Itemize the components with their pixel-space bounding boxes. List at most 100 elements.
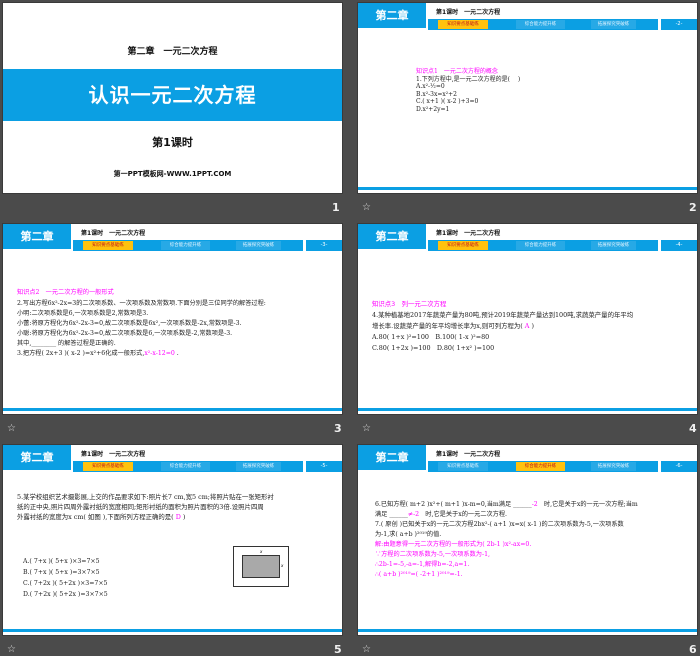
star-icon[interactable]: ☆ bbox=[362, 202, 371, 213]
question-text: 其中,________ 的解答过程是正确的. bbox=[17, 340, 116, 347]
tab-2[interactable]: 综合能力提升练 bbox=[516, 462, 565, 471]
answer-text: ≠-2 bbox=[407, 511, 420, 518]
star-icon[interactable]: ☆ bbox=[362, 644, 371, 655]
question-text: 7.( 原创 )已知关于x的一元二次方程2bx²-( a+1 )x=x( x-1… bbox=[375, 521, 624, 528]
slide-number-2: 2 bbox=[689, 201, 697, 214]
answer-options: A.( 7+x )( 5+x )×3=7×5 B.( 7+x )( 5+x )=3… bbox=[23, 556, 108, 600]
question-text: 外露衬纸的宽度为x cm( 如图 ),下面所列方程正确的是( bbox=[17, 513, 176, 521]
slide-thumbnail-6[interactable]: 第二章 第1课时 一元二次方程 知识要点基础练 综合能力提升练 拓展探究突破练 -6- 6.… bbox=[358, 445, 697, 635]
tab-bar: 知识要点基础练 综合能力提升练 拓展探究突破练 bbox=[73, 240, 303, 251]
content-line: 2.写出方程6x²-2x=3的二次项系数、一次项系数及常数项.下面分别是三位同学… bbox=[17, 299, 266, 309]
question-text: . bbox=[174, 350, 179, 357]
content-line: A.x²-½=0 bbox=[416, 83, 520, 91]
tab-1[interactable]: 知识要点基础练 bbox=[438, 241, 488, 250]
bottom-bar bbox=[358, 629, 697, 632]
page-indicator: -2- bbox=[661, 19, 697, 30]
content-line: 其中,________ 的解答过程是正确的. bbox=[17, 339, 266, 349]
star-icon[interactable]: ☆ bbox=[7, 644, 16, 655]
slide-thumbnail-5[interactable]: 第二章 第1课时 一元二次方程 知识要点基础练 综合能力提升练 拓展探究突破练 -5- 5.… bbox=[3, 445, 342, 635]
option-a: A.( 7+x )( 5+x )×3=7×5 bbox=[23, 558, 100, 565]
question-text: C.80( 1+2x )=100 D.80( 1+x² )=100 bbox=[372, 344, 495, 352]
slide-number-4: 4 bbox=[689, 422, 697, 435]
option-b: B.( 7+x )( 5+x )=3×7×5 bbox=[23, 569, 100, 576]
content-line: 知识点1 一元二次方程的概念 bbox=[416, 68, 520, 76]
slide-content: 6.已知方程( m+2 )x²+( m+1 )x-m=0,当m满足 ______… bbox=[375, 500, 638, 580]
slide-content: 知识点3 列一元二次方程 4.某种植基地2017年蔬菜产量为80吨,预计2019年… bbox=[372, 299, 633, 354]
content-line: 小蕾:将原方程化为6x²-2x-3=0,故二次项系数是6x²,一次项系数是-2x… bbox=[17, 319, 266, 329]
page-indicator: -5- bbox=[306, 461, 342, 472]
content-line: 满足 ______≠-2 时,它是关于x的一元二次方程. bbox=[375, 510, 638, 520]
page-indicator: -6- bbox=[661, 461, 697, 472]
tab-bar: 知识要点基础练 综合能力提升练 拓展探究突破练 bbox=[428, 461, 658, 472]
chapter-badge: 第二章 bbox=[358, 3, 426, 28]
answer-text: 知识点1 一元二次方程的概念 bbox=[416, 68, 498, 75]
question-text: ) bbox=[180, 513, 186, 521]
question-text: C.( x+1 )( x-2 )+3=0 bbox=[416, 98, 479, 105]
slide-number-6: 6 bbox=[689, 643, 697, 656]
slide-thumbnail-1[interactable]: 第二章 一元二次方程 认识一元二次方程 第1课时 第一PPT模板网-WWW.1P… bbox=[3, 3, 342, 193]
question-text: 4.某种植基地2017年蔬菜产量为80吨,预计2019年蔬菜产量达到100吨,求… bbox=[372, 311, 634, 319]
lesson-title: 第1课时 一元二次方程 bbox=[436, 9, 501, 16]
star-icon[interactable]: ☆ bbox=[362, 423, 371, 434]
tab-3[interactable]: 拓展探究突破练 bbox=[236, 241, 281, 250]
tab-1[interactable]: 知识要点基础练 bbox=[438, 20, 488, 29]
content-line: C.( x+1 )( x-2 )+3=0 bbox=[416, 98, 520, 106]
question-text: 小明:二次项系数是6,一次项系数是2,常数项是3. bbox=[17, 310, 149, 317]
tab-2[interactable]: 综合能力提升练 bbox=[516, 20, 565, 29]
tab-3[interactable]: 拓展探究突破练 bbox=[591, 462, 636, 471]
bottom-bar bbox=[3, 629, 342, 632]
tab-1[interactable]: 知识要点基础练 bbox=[83, 241, 133, 250]
question-text: 满足 ______ bbox=[375, 511, 408, 518]
photo-diagram: xx bbox=[233, 546, 289, 587]
content-line: 小明:二次项系数是6,一次项系数是2,常数项是3. bbox=[17, 309, 266, 319]
slide-content: 知识点2 一元二次方程的一般形式 2.写出方程6x²-2x=3的二次项系数、一次项… bbox=[17, 288, 266, 359]
slide-number-3: 3 bbox=[334, 422, 342, 435]
question-text: 2.写出方程6x²-2x=3的二次项系数、一次项系数及常数项.下面分别是三位同学… bbox=[17, 300, 266, 307]
lesson-title: 第1课时 一元二次方程 bbox=[436, 451, 501, 458]
content-line: 知识点3 列一元二次方程 bbox=[372, 299, 633, 310]
question-text: 为-1,求( a+b )²⁰¹⁹的值. bbox=[375, 531, 442, 538]
tab-3[interactable]: 拓展探究突破练 bbox=[591, 241, 636, 250]
tab-2[interactable]: 综合能力提升练 bbox=[161, 462, 210, 471]
chapter-badge: 第二章 bbox=[3, 445, 71, 470]
option-c: C.( 7+2x )( 5+2x )×3=7×5 bbox=[23, 580, 108, 587]
slide-thumbnail-4[interactable]: 第二章 第1课时 一元二次方程 知识要点基础练 综合能力提升练 拓展探究突破练 -4- 知识… bbox=[358, 224, 697, 414]
question-text: 3.把方程( 2x+3 )( x-2 )=x²+6化成一般形式, bbox=[17, 350, 145, 357]
question-text: A.80( 1+x )²=100 B.100( 1-x )²=80 bbox=[372, 333, 490, 341]
tab-2[interactable]: 综合能力提升练 bbox=[516, 241, 565, 250]
tab-2[interactable]: 综合能力提升练 bbox=[161, 241, 210, 250]
slide-thumbnail-2[interactable]: 第二章 第1课时 一元二次方程 知识要点基础练 综合能力提升练 拓展探究突破练 -2- 知识… bbox=[358, 3, 697, 193]
question-text: ) bbox=[529, 322, 534, 330]
tab-3[interactable]: 拓展探究突破练 bbox=[236, 462, 281, 471]
question-text: 6.已知方程( m+2 )x²+( m+1 )x-m=0,当m满足 ______ bbox=[375, 501, 532, 508]
content-line: 增长率.设蔬菜产量的年平均增长率为x,则可列方程为( A ) bbox=[372, 321, 633, 332]
site-credit: 第一PPT模板网-WWW.1PPT.COM bbox=[113, 170, 232, 178]
question-text: 时,它是关于x的一元一次方程;当m bbox=[537, 501, 638, 508]
content-line: 为-1,求( a+b )²⁰¹⁹的值. bbox=[375, 530, 638, 540]
star-icon[interactable]: ☆ bbox=[7, 423, 16, 434]
lesson-title: 第1课时 一元二次方程 bbox=[81, 451, 146, 458]
content-line: 纸的正中央,照片四周外露衬纸的宽度相同;矩形衬纸的面积为照片面积的3倍.设照片四… bbox=[17, 502, 274, 512]
chapter-badge: 第二章 bbox=[358, 445, 426, 470]
slide-number-5: 5 bbox=[334, 643, 342, 656]
content-line: 小聪:将原方程化为6x²-2x-3=0,故二次项系数是6,一次项系数是-2,常数… bbox=[17, 329, 266, 339]
question-text: B.x²-3x=x²+2 bbox=[416, 90, 457, 98]
content-line: ∴2b-1=-5,-a=-1,解得b=-2,a=1. bbox=[375, 560, 638, 570]
page-indicator: -4- bbox=[661, 240, 697, 251]
tab-1[interactable]: 知识要点基础练 bbox=[438, 462, 488, 471]
content-line: 知识点2 一元二次方程的一般形式 bbox=[17, 288, 266, 298]
bottom-bar bbox=[358, 408, 697, 411]
answer-text: ∴2b-1=-5,-a=-1,解得b=-2,a=1. bbox=[375, 561, 470, 568]
content-line: 外露衬纸的宽度为x cm( 如图 ),下面所列方程正确的是( D ) bbox=[17, 512, 274, 522]
title-band: 认识一元二次方程 bbox=[3, 69, 342, 121]
lesson-subtitle: 第1课时 bbox=[152, 136, 193, 149]
content-line: D.x²+2y=1 bbox=[416, 106, 520, 114]
chapter-badge: 第二章 bbox=[3, 224, 71, 249]
tab-1[interactable]: 知识要点基础练 bbox=[83, 462, 133, 471]
question-text: 增长率.设蔬菜产量的年平均增长率为x,则可列方程为( bbox=[372, 322, 525, 330]
tab-3[interactable]: 拓展探究突破练 bbox=[591, 20, 636, 29]
slide-thumbnail-3[interactable]: 第二章 第1课时 一元二次方程 知识要点基础练 综合能力提升练 拓展探究突破练 -3- 知识… bbox=[3, 224, 342, 414]
photo-rectangle bbox=[242, 555, 280, 578]
content-line: 1.下列方程中,是一元二次方程的是( ) bbox=[416, 76, 520, 84]
content-line: 7.( 原创 )已知关于x的一元二次方程2bx²-( a+1 )x=x( x-1… bbox=[375, 520, 638, 530]
